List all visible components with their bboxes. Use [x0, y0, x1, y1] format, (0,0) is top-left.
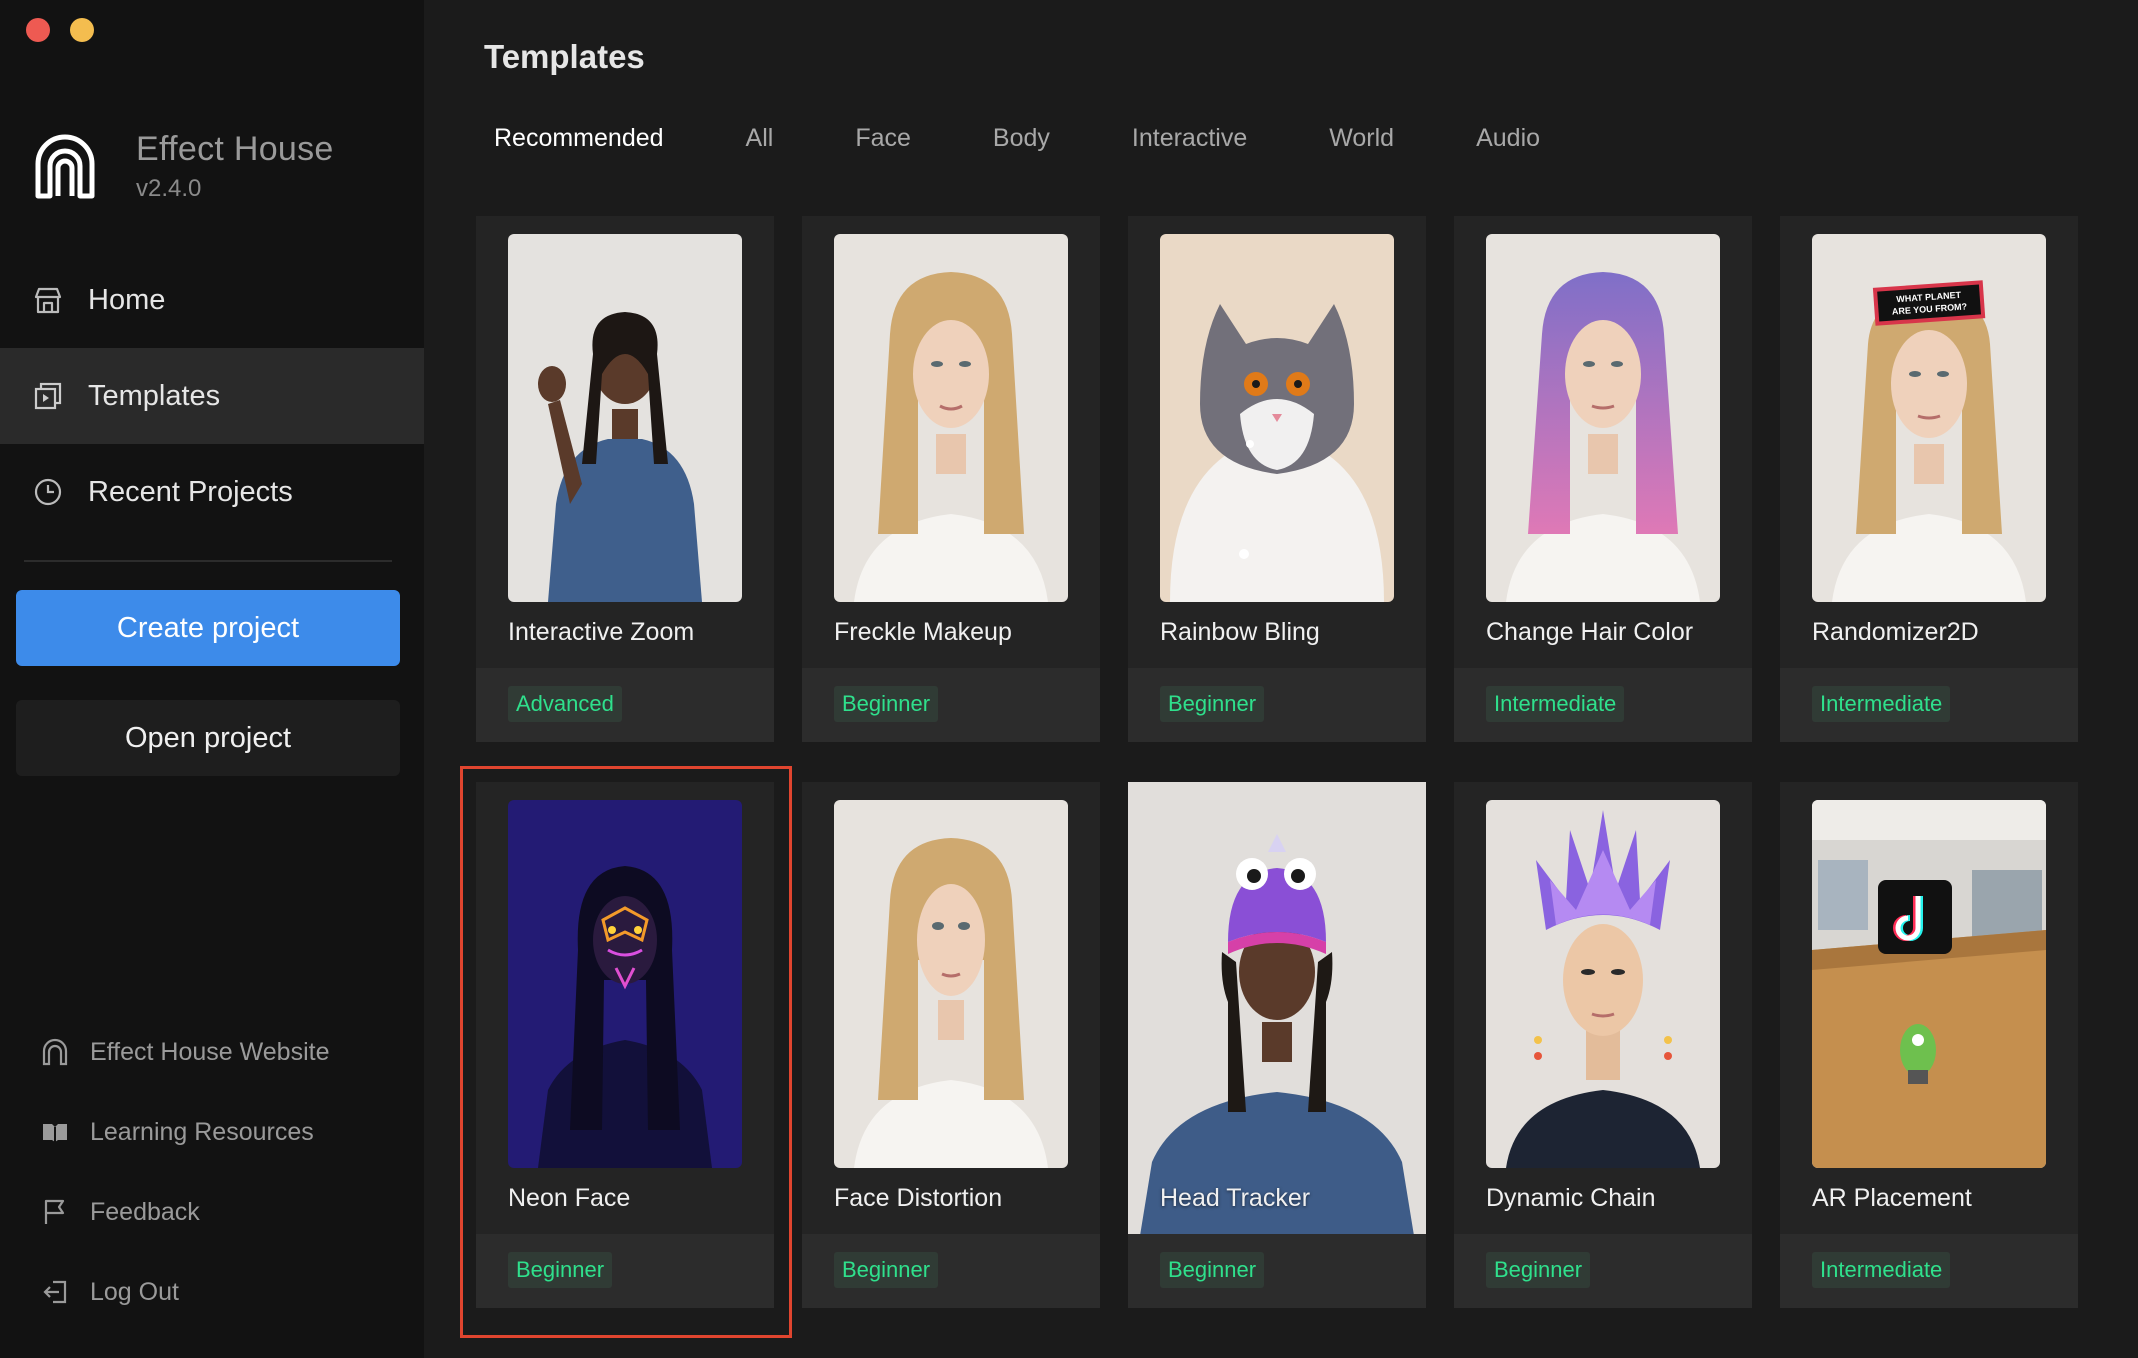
template-title: Neon Face — [508, 1184, 631, 1212]
level-badge: Beginner — [1160, 686, 1265, 722]
template-card-ar-placement[interactable]: AR Placement Intermediate — [1780, 782, 2078, 1308]
link-label: Log Out — [90, 1277, 179, 1306]
template-card-interactive-zoom[interactable]: Interactive Zoom Advanced — [476, 216, 774, 742]
template-thumbnail — [1812, 800, 2046, 1168]
tab-body[interactable]: Body — [973, 118, 1070, 159]
level-badge: Intermediate — [1812, 686, 1951, 722]
template-title: Face Distortion — [834, 1184, 1003, 1212]
template-card-randomizer2d[interactable]: WHAT PLANET ARE YOU FROM? Randomizer2D I… — [1780, 216, 2078, 742]
level-badge: Beginner — [834, 686, 939, 722]
book-icon — [40, 1117, 70, 1147]
template-card-head-tracker[interactable]: Head Tracker Beginner — [1128, 782, 1426, 1308]
template-footer: Intermediate — [1780, 1234, 2078, 1308]
level-badge: Beginner — [1160, 1252, 1265, 1288]
tab-recommended[interactable]: Recommended — [474, 118, 684, 159]
template-footer: Beginner — [802, 668, 1100, 742]
level-badge: Beginner — [1486, 1252, 1591, 1288]
sidebar: Effect House v2.4.0 Home Templates Recen… — [0, 0, 424, 1358]
learning-resources-link[interactable]: Learning Resources — [0, 1092, 424, 1172]
feedback-link[interactable]: Feedback — [0, 1172, 424, 1252]
tab-world[interactable]: World — [1309, 118, 1414, 159]
template-thumbnail — [1486, 800, 1720, 1168]
link-label: Learning Resources — [90, 1117, 314, 1146]
logout-icon — [40, 1277, 70, 1307]
template-footer: Beginner — [802, 1234, 1100, 1308]
template-footer: Advanced — [476, 668, 774, 742]
template-thumbnail: WHAT PLANET ARE YOU FROM? — [1812, 234, 2046, 602]
template-card-dynamic-chain[interactable]: Dynamic Chain Beginner — [1454, 782, 1752, 1308]
template-thumbnail — [1128, 782, 1426, 1248]
brand: Effect House v2.4.0 — [32, 130, 334, 203]
template-footer: Intermediate — [1780, 668, 2078, 742]
template-grid: Interactive Zoom Advanced Freckle Makeup… — [476, 216, 2078, 1308]
link-label: Feedback — [90, 1197, 200, 1226]
arch-icon — [40, 1037, 70, 1067]
effect-house-website-link[interactable]: Effect House Website — [0, 1012, 424, 1092]
template-card-change-hair-color[interactable]: Change Hair Color Intermediate — [1454, 216, 1752, 742]
level-badge: Intermediate — [1486, 686, 1625, 722]
home-icon — [32, 284, 64, 316]
sidebar-item-home[interactable]: Home — [0, 252, 424, 348]
sidebar-item-recent-projects[interactable]: Recent Projects — [0, 444, 424, 540]
template-title: AR Placement — [1812, 1184, 1972, 1212]
template-title: Rainbow Bling — [1160, 618, 1320, 646]
sidebar-footer-links: Effect House Website Learning Resources … — [0, 1012, 424, 1332]
tab-all[interactable]: All — [726, 118, 794, 159]
sidebar-item-label: Home — [88, 283, 166, 316]
level-badge: Intermediate — [1812, 1252, 1951, 1288]
template-title: Randomizer2D — [1812, 618, 1979, 646]
template-footer: Beginner — [1128, 668, 1426, 742]
flag-icon — [40, 1197, 70, 1227]
window-controls — [26, 18, 94, 42]
open-project-button[interactable]: Open project — [16, 700, 400, 776]
close-window-button[interactable] — [26, 18, 50, 42]
minimize-window-button[interactable] — [70, 18, 94, 42]
clock-icon — [32, 476, 64, 508]
tab-face[interactable]: Face — [835, 118, 931, 159]
template-thumbnail — [834, 234, 1068, 602]
template-card-rainbow-bling[interactable]: Rainbow Bling Beginner — [1128, 216, 1426, 742]
template-footer: Beginner — [1128, 1234, 1426, 1308]
template-title: Interactive Zoom — [508, 618, 695, 646]
template-title: Freckle Makeup — [834, 618, 1012, 646]
main-panel: Templates Recommended All Face Body Inte… — [424, 0, 2138, 1358]
sidebar-item-label: Recent Projects — [88, 475, 293, 508]
level-badge: Beginner — [834, 1252, 939, 1288]
template-card-face-distortion[interactable]: Face Distortion Beginner — [802, 782, 1100, 1308]
sidebar-nav: Home Templates Recent Projects — [0, 252, 424, 540]
page-title: Templates — [484, 38, 645, 75]
sidebar-item-label: Templates — [88, 379, 221, 412]
arch-icon — [35, 134, 95, 198]
app-version: v2.4.0 — [136, 175, 202, 202]
template-thumbnail — [1486, 234, 1720, 602]
template-footer: Intermediate — [1454, 668, 1752, 742]
link-label: Effect House Website — [90, 1037, 330, 1066]
sidebar-item-templates[interactable]: Templates — [0, 348, 424, 444]
templates-icon — [32, 380, 64, 412]
level-badge: Advanced — [508, 686, 622, 722]
template-tabs: Recommended All Face Body Interactive Wo… — [474, 118, 1602, 159]
template-thumbnail — [834, 800, 1068, 1168]
template-title: Change Hair Color — [1486, 618, 1694, 646]
app-name: Effect House — [136, 130, 334, 168]
template-thumbnail — [508, 800, 742, 1168]
template-footer: Beginner — [476, 1234, 774, 1308]
sidebar-divider — [24, 560, 392, 562]
log-out-link[interactable]: Log Out — [0, 1252, 424, 1332]
template-footer: Beginner — [1454, 1234, 1752, 1308]
template-thumbnail — [508, 234, 742, 602]
template-thumbnail — [1160, 234, 1394, 602]
tab-interactive[interactable]: Interactive — [1112, 118, 1267, 159]
template-title: Dynamic Chain — [1486, 1184, 1656, 1212]
level-badge: Beginner — [508, 1252, 613, 1288]
template-card-freckle-makeup[interactable]: Freckle Makeup Beginner — [802, 216, 1100, 742]
template-title: Head Tracker — [1160, 1184, 1311, 1212]
tab-audio[interactable]: Audio — [1456, 118, 1560, 159]
template-card-neon-face[interactable]: Neon Face Beginner — [476, 782, 774, 1308]
create-project-button[interactable]: Create project — [16, 590, 400, 666]
